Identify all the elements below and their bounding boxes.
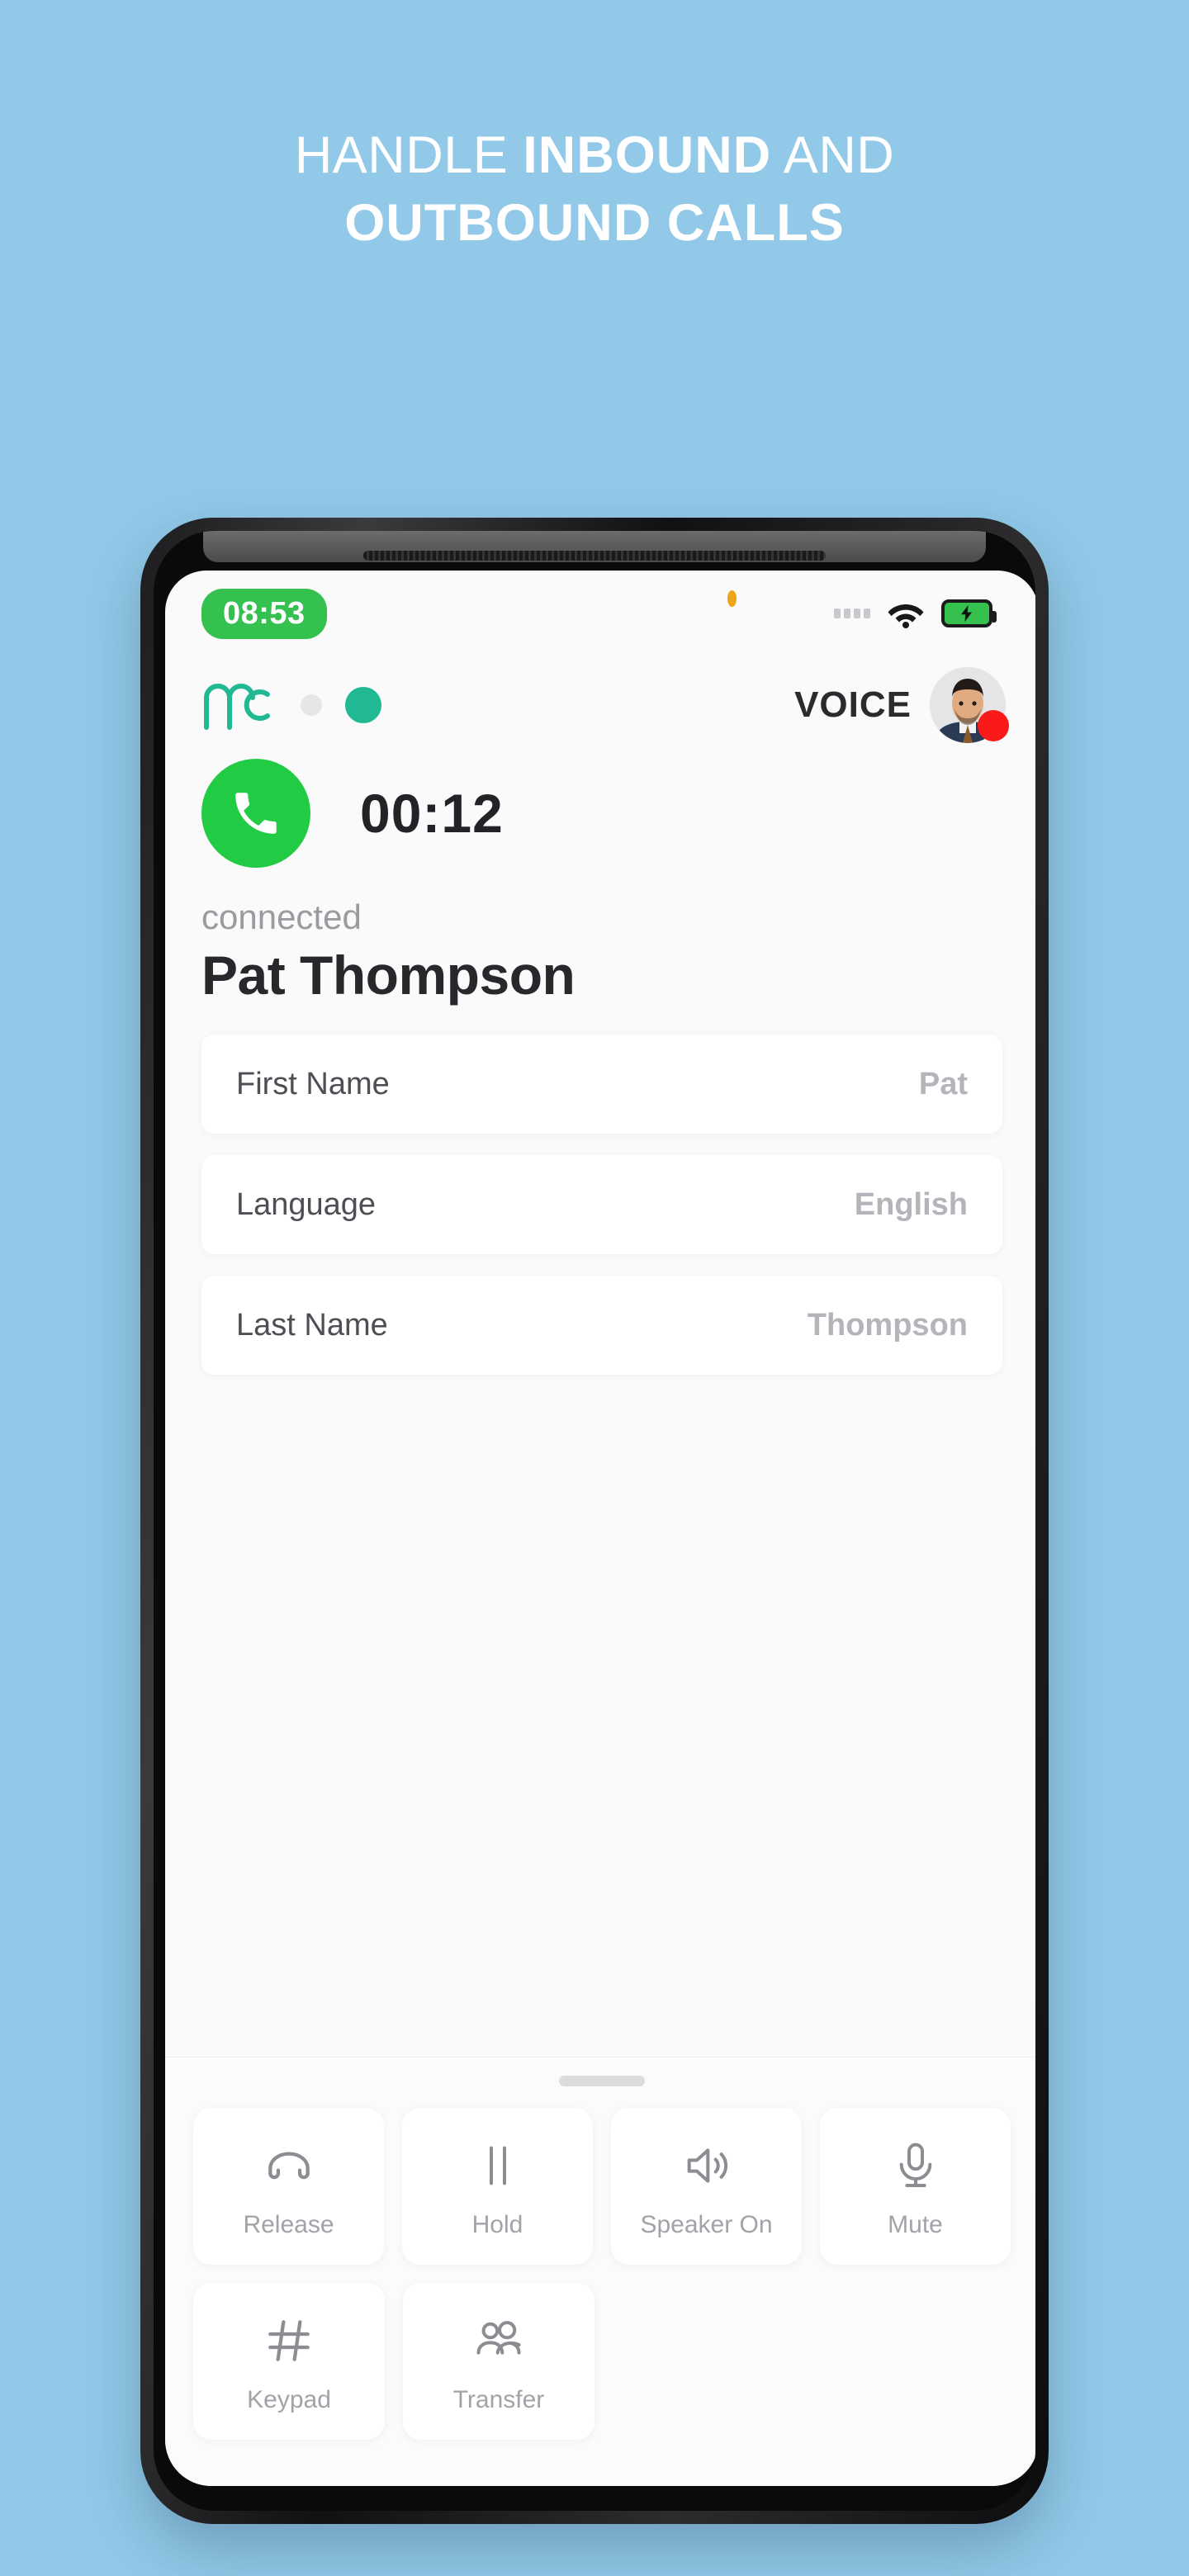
control-label: Transfer xyxy=(452,2386,545,2413)
speaker-icon xyxy=(680,2133,733,2198)
app-header: VOICE xyxy=(165,656,1035,754)
control-label: Speaker On xyxy=(640,2211,773,2238)
microphone-icon xyxy=(889,2133,942,2198)
call-controls-row-2: Keypad Transfer xyxy=(193,2283,1011,2440)
phone-device-frame: 08:53 VOICE 00:12 connected Pat Thompson… xyxy=(140,518,1049,2524)
panel-drag-handle[interactable] xyxy=(559,2076,645,2086)
promo-text-inbound: INBOUND xyxy=(523,126,772,184)
keypad-button[interactable]: Keypad xyxy=(193,2283,385,2440)
status-bar-icons xyxy=(834,599,997,628)
mute-button[interactable]: Mute xyxy=(820,2108,1011,2265)
field-value: Thompson xyxy=(807,1307,968,1342)
call-controls-panel: Release Hold Speaker On Mute Keypad Tran… xyxy=(165,2057,1035,2486)
table-row[interactable]: Language English xyxy=(201,1155,1002,1254)
promo-text-handle: HANDLE xyxy=(294,126,523,184)
people-transfer-icon xyxy=(472,2308,525,2373)
status-dot-active[interactable] xyxy=(345,687,381,723)
channel-status-dots xyxy=(301,687,381,723)
field-label: Language xyxy=(236,1186,377,1222)
field-label: First Name xyxy=(236,1066,390,1101)
app-header-right: VOICE xyxy=(794,667,1009,743)
call-status-text: connected xyxy=(201,897,362,936)
status-dot-inactive[interactable] xyxy=(301,694,322,716)
speaker-button[interactable]: Speaker On xyxy=(611,2108,802,2265)
hangup-icon xyxy=(263,2133,315,2198)
call-controls-row-1: Release Hold Speaker On Mute xyxy=(193,2108,1011,2265)
hash-keypad-icon xyxy=(263,2308,315,2373)
phone-handset-icon[interactable] xyxy=(201,759,310,868)
camera-dot-icon xyxy=(727,590,737,607)
transfer-button[interactable]: Transfer xyxy=(403,2283,594,2440)
phone-screen: 08:53 VOICE 00:12 connected Pat Thompson… xyxy=(165,571,1035,2486)
control-label: Hold xyxy=(471,2211,523,2238)
table-row[interactable]: Last Name Thompson xyxy=(201,1276,1002,1375)
control-label: Mute xyxy=(888,2211,943,2238)
earpiece-speaker xyxy=(363,551,826,561)
screen-chin xyxy=(165,2465,1035,2486)
presence-busy-dot xyxy=(978,710,1009,741)
phone-device-inner: 08:53 VOICE 00:12 connected Pat Thompson… xyxy=(154,531,1035,2511)
promo-text-and: AND xyxy=(771,126,895,184)
control-label: Keypad xyxy=(247,2386,331,2413)
agent-avatar-wrap[interactable] xyxy=(930,667,1009,743)
wifi-icon xyxy=(887,599,925,628)
call-summary-row: 00:12 xyxy=(201,759,1002,868)
app-header-left xyxy=(201,680,381,731)
field-label: Last Name xyxy=(236,1307,388,1342)
promo-headline-line-1: HANDLE INBOUND AND xyxy=(0,122,1189,190)
pause-icon xyxy=(471,2133,524,2198)
table-row[interactable]: First Name Pat xyxy=(201,1035,1002,1134)
call-duration-timer: 00:12 xyxy=(360,783,504,844)
field-value: English xyxy=(854,1186,968,1222)
promo-headline-line-2: OUTBOUND CALLS xyxy=(344,193,845,252)
contact-name: Pat Thompson xyxy=(201,945,576,1006)
active-call-block: 00:12 connected Pat Thompson xyxy=(165,754,1035,1006)
status-bar: 08:53 xyxy=(165,571,1035,656)
battery-charging-icon xyxy=(941,599,997,627)
promo-headline: HANDLE INBOUND AND OUTBOUND CALLS xyxy=(0,122,1189,258)
field-value: Pat xyxy=(918,1066,968,1101)
signal-dots-icon xyxy=(834,608,870,618)
channel-label-voice: VOICE xyxy=(794,684,912,725)
contact-details-list: First Name Pat Language English Last Nam… xyxy=(165,1006,1035,2057)
release-button[interactable]: Release xyxy=(193,2108,384,2265)
status-bar-clock: 08:53 xyxy=(201,588,327,639)
control-label: Release xyxy=(243,2211,334,2238)
hold-button[interactable]: Hold xyxy=(402,2108,593,2265)
mc-logo-icon[interactable] xyxy=(201,680,272,731)
